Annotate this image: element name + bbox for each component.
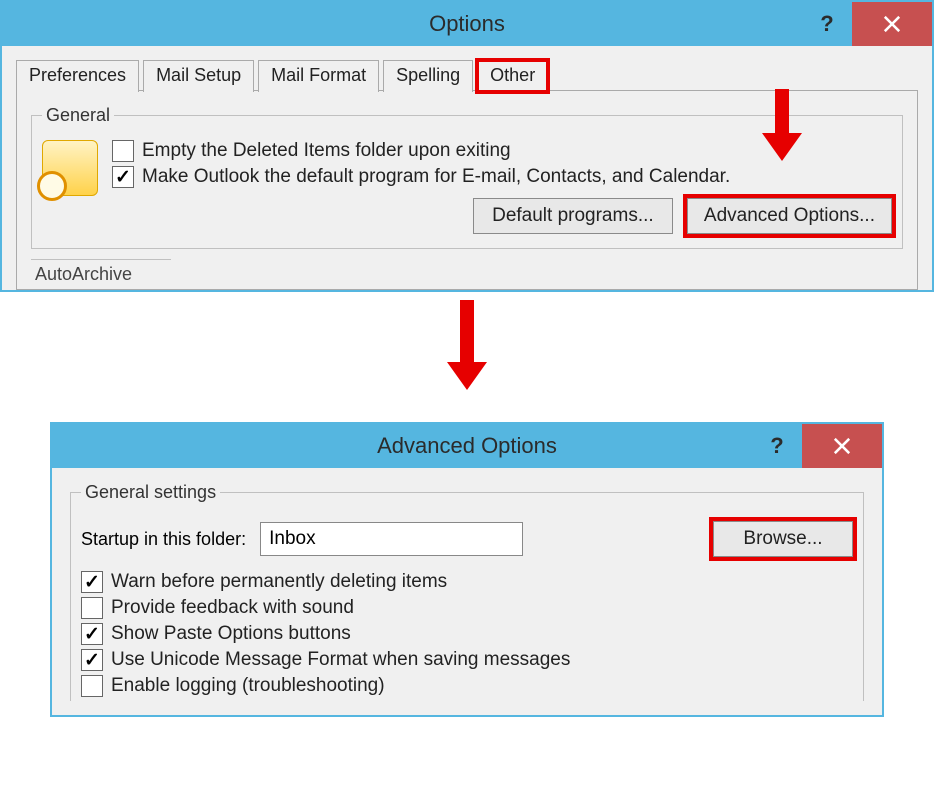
tab-mail-setup[interactable]: Mail Setup [143, 60, 254, 92]
tab-preferences[interactable]: Preferences [16, 60, 139, 92]
label-paste-options: Show Paste Options buttons [111, 623, 351, 645]
options-dialog: Options ? Preferences Mail Setup Mail Fo… [0, 0, 934, 292]
close-button-advanced[interactable] [802, 424, 882, 468]
group-general-legend: General [42, 105, 114, 126]
startup-folder-label: Startup in this folder: [81, 529, 246, 550]
help-icon: ? [820, 11, 833, 37]
label-empty-deleted: Empty the Deleted Items folder upon exit… [142, 140, 511, 162]
close-button[interactable] [852, 2, 932, 46]
close-icon [883, 15, 901, 33]
checkbox-empty-deleted[interactable] [112, 140, 134, 162]
close-icon [833, 437, 851, 455]
client-area-advanced: General settings Startup in this folder:… [52, 468, 882, 715]
tab-panel-other: General Empty the Deleted Items folder u… [16, 90, 918, 290]
clock-icon [37, 171, 67, 201]
client-area: Preferences Mail Setup Mail Format Spell… [2, 46, 932, 290]
tab-mail-format[interactable]: Mail Format [258, 60, 379, 92]
outlook-icon-cell [42, 136, 112, 196]
help-button-advanced[interactable]: ? [752, 424, 802, 468]
group-general-settings-legend: General settings [81, 482, 220, 503]
label-warn-delete: Warn before permanently deleting items [111, 571, 447, 593]
default-programs-button[interactable]: Default programs... [473, 198, 673, 234]
red-arrow-to-advanced [762, 89, 802, 161]
label-feedback-sound: Provide feedback with sound [111, 597, 354, 619]
help-icon: ? [770, 433, 783, 459]
checkbox-warn-delete[interactable] [81, 571, 103, 593]
group-autoarchive-label: AutoArchive [31, 259, 171, 285]
help-button[interactable]: ? [802, 2, 852, 46]
titlebar[interactable]: Options ? [2, 2, 932, 46]
advanced-options-button[interactable]: Advanced Options... [687, 198, 892, 234]
browse-button[interactable]: Browse... [713, 521, 853, 557]
tab-strip: Preferences Mail Setup Mail Format Spell… [16, 60, 918, 92]
titlebar-advanced[interactable]: Advanced Options ? [52, 424, 882, 468]
tab-other[interactable]: Other [477, 60, 548, 92]
checkbox-enable-logging[interactable] [81, 675, 103, 697]
checkbox-make-default[interactable] [112, 166, 134, 188]
group-general: General Empty the Deleted Items folder u… [31, 105, 903, 249]
connector-arrow [0, 292, 934, 402]
tab-spelling[interactable]: Spelling [383, 60, 473, 92]
label-unicode-format: Use Unicode Message Format when saving m… [111, 649, 570, 671]
outlook-icon [42, 140, 98, 196]
label-enable-logging: Enable logging (troubleshooting) [111, 675, 385, 697]
checkbox-paste-options[interactable] [81, 623, 103, 645]
label-make-default: Make Outlook the default program for E-m… [142, 166, 730, 188]
titlebar-controls: ? [802, 2, 932, 46]
window-title: Options [2, 11, 932, 37]
checkbox-feedback-sound[interactable] [81, 597, 103, 619]
startup-folder-input[interactable] [260, 522, 523, 556]
advanced-options-dialog: Advanced Options ? General settings Star… [50, 422, 884, 717]
group-general-settings: General settings Startup in this folder:… [70, 482, 864, 701]
titlebar-controls-advanced: ? [752, 424, 882, 468]
checkbox-unicode-format[interactable] [81, 649, 103, 671]
